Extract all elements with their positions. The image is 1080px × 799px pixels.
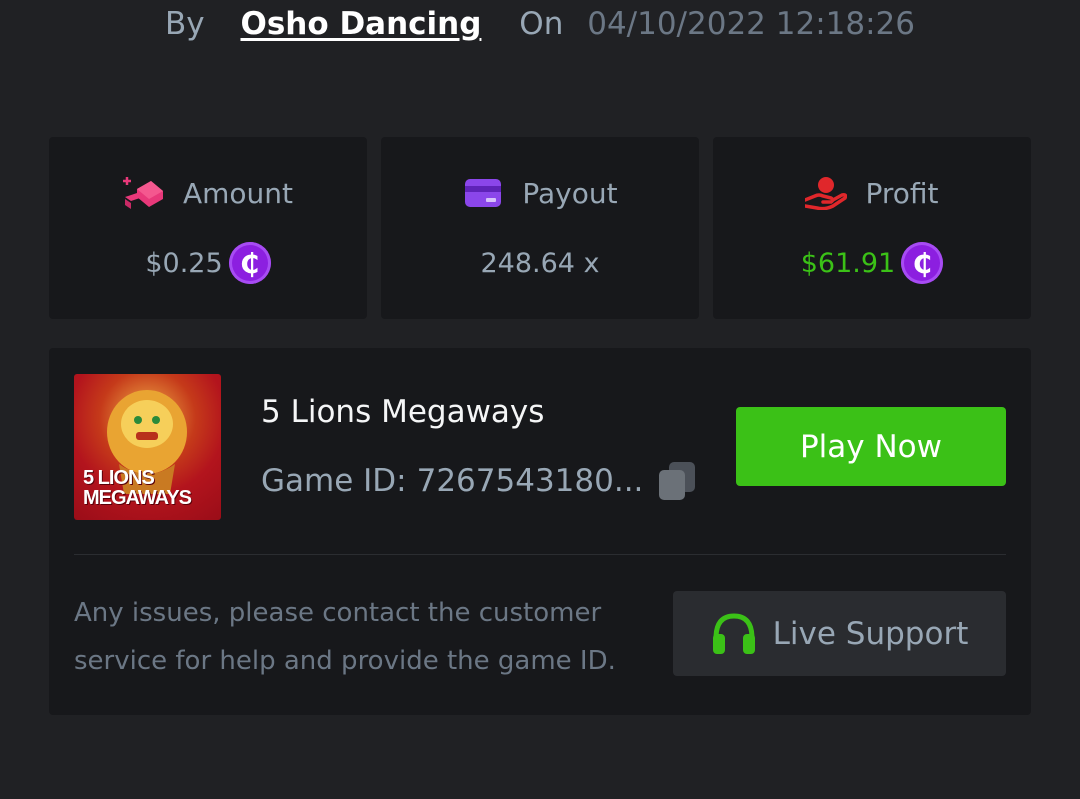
on-label: On [519,6,564,42]
profit-value-row: $61.91 ₵ [800,241,944,285]
bet-stats: Amount $0.25 ₵ Payout 248.64 x Profit $6… [49,137,1031,319]
by-label: By [165,6,205,42]
bet-detail-page: By Osho Dancing On 04/10/2022 12:18:26 A… [0,0,1080,799]
profit-card: Profit $61.91 ₵ [713,137,1031,319]
bet-chips-icon [122,175,165,211]
thumbnail-title: 5 LIONS MEGAWAYS [83,467,192,509]
username-link[interactable]: Osho Dancing [240,6,481,42]
copy-icon[interactable] [657,460,697,502]
game-thumbnail[interactable]: 5 LIONS MEGAWAYS [74,374,221,520]
game-panel: 5 LIONS MEGAWAYS 5 Lions Megaways Game I… [49,348,1031,715]
coin-icon: ₵ [901,242,944,284]
amount-value: $0.25 [145,247,223,279]
payout-value-row: 248.64 x [480,241,599,285]
game-id-label: Game ID: [261,463,407,499]
live-support-label: Live Support [772,615,969,652]
game-name: 5 Lions Megaways [261,394,545,430]
hand-money-icon [805,175,848,211]
game-id-row: Game ID: 7267543180... [261,460,697,502]
headset-icon [711,612,757,656]
bet-datetime: 04/10/2022 12:18:26 [587,6,915,42]
payout-label: Payout [522,176,618,210]
amount-value-row: $0.25 ₵ [145,241,271,285]
play-now-button[interactable]: Play Now [736,407,1006,486]
payout-value: 248.64 x [480,247,600,279]
bet-byline: By Osho Dancing On 04/10/2022 12:18:26 [0,4,1080,44]
profit-value: $61.91 [800,247,896,279]
divider [74,554,1006,555]
payout-card: Payout 248.64 x [381,137,699,319]
card-icon [462,175,504,211]
support-message: Any issues, please contact the customer … [74,598,616,676]
amount-card: Amount $0.25 ₵ [49,137,367,319]
amount-label: Amount [182,176,294,210]
coin-icon: ₵ [228,242,271,284]
live-support-button[interactable]: Live Support [673,591,1006,676]
game-id-value: 7267543180... [416,463,644,499]
profit-label: Profit [865,176,939,210]
